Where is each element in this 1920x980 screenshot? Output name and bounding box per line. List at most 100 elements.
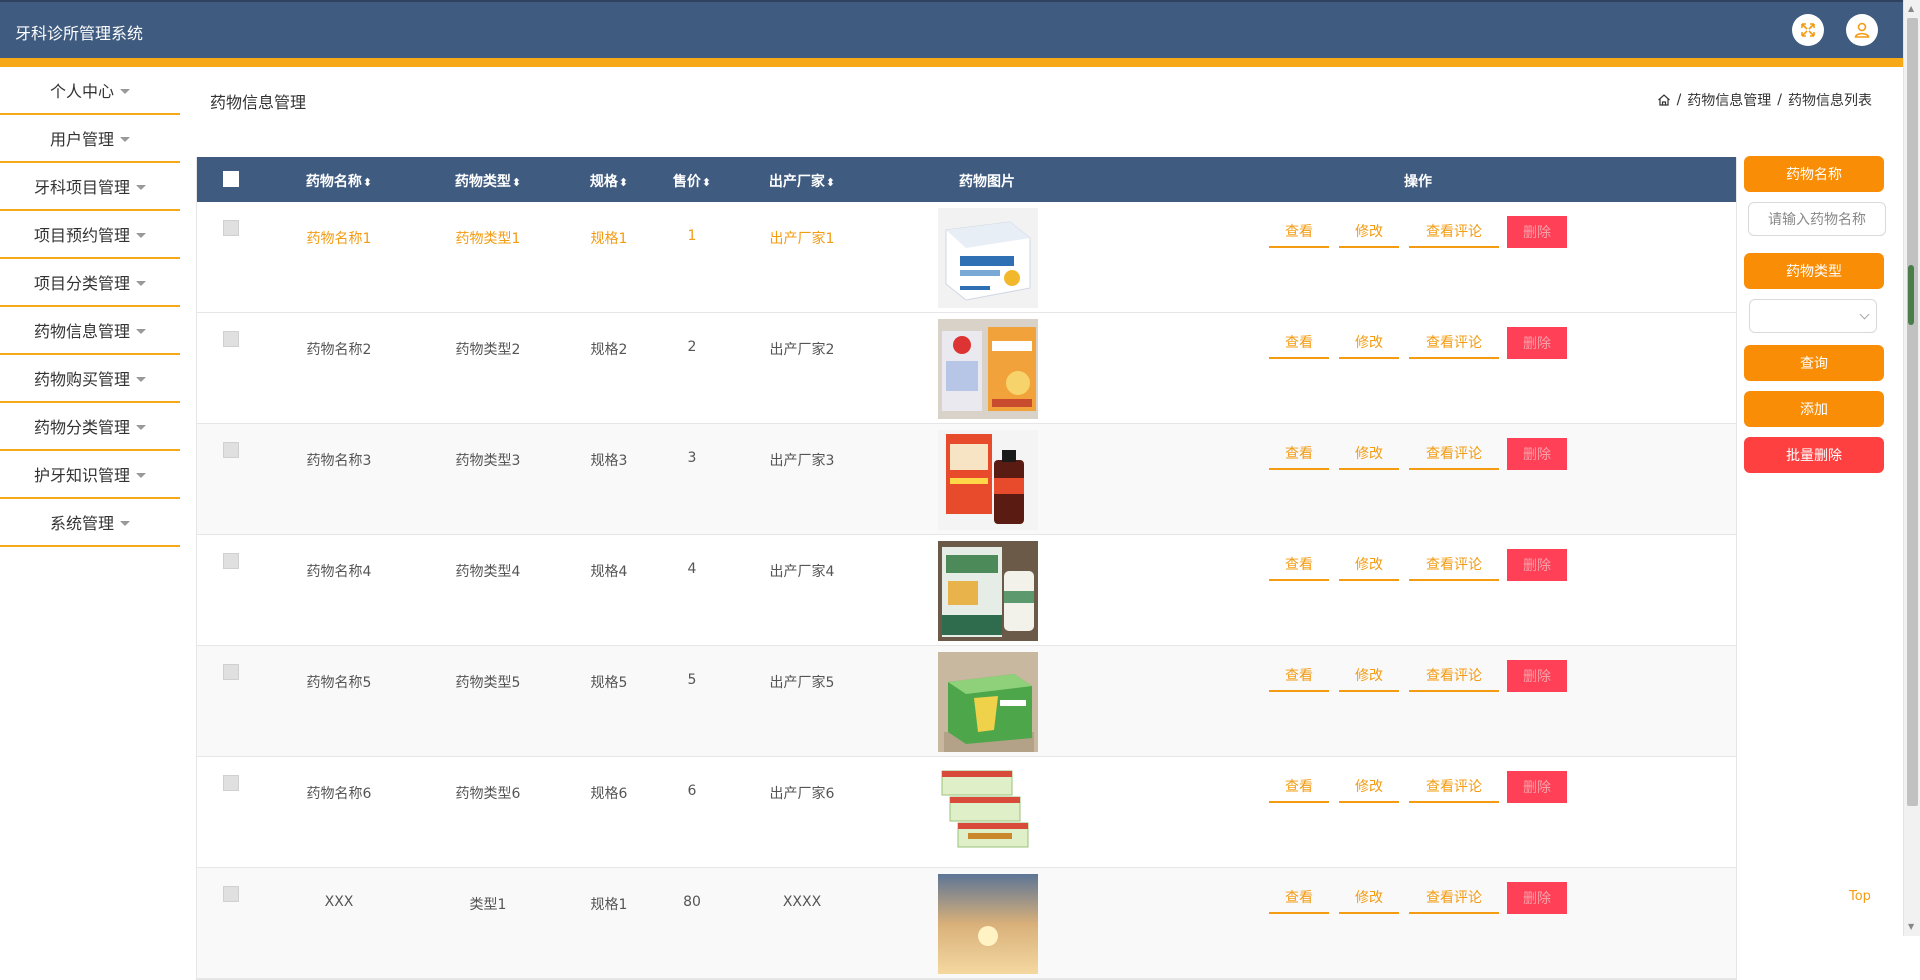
caret-down-icon: [136, 472, 146, 478]
drug-image: [938, 652, 1038, 752]
app-title: 牙科诊所管理系统: [15, 24, 144, 43]
edit-button[interactable]: 修改: [1339, 327, 1399, 359]
table-row[interactable]: 药物名称3 药物类型3 规格3 3 出产厂家3 查看 修改 查看评论 删除: [197, 424, 1736, 535]
cell-maker: 出产厂家1: [769, 231, 835, 247]
breadcrumb-item[interactable]: 药物信息管理: [1687, 90, 1771, 110]
view-button[interactable]: 查看: [1269, 327, 1329, 359]
cell-price: 5: [687, 672, 697, 688]
header-maker[interactable]: 出产厂家⬍: [769, 171, 835, 191]
add-button[interactable]: 添加: [1744, 391, 1884, 427]
drug-type-select[interactable]: [1749, 299, 1877, 333]
drug-image: [938, 430, 1038, 530]
delete-button[interactable]: 删除: [1507, 549, 1567, 581]
delete-button[interactable]: 删除: [1507, 771, 1567, 803]
view-button[interactable]: 查看: [1269, 216, 1329, 248]
cell-type: 药物类型2: [455, 342, 521, 358]
view-comments-button[interactable]: 查看评论: [1409, 216, 1499, 248]
table-row[interactable]: XXX 类型1 规格1 80 XXXX 查看 修改 查看评论 删除: [197, 868, 1736, 979]
row-checkbox[interactable]: [223, 442, 239, 458]
table-row[interactable]: 药物名称6 药物类型6 规格6 6 出产厂家6 查看 修改 查看评论 删除: [197, 757, 1736, 868]
view-comments-button[interactable]: 查看评论: [1409, 660, 1499, 692]
sidebar-item-dental-care[interactable]: 护牙知识管理: [0, 451, 180, 499]
accent-bar: [0, 58, 1903, 67]
cell-name: 药物名称5: [306, 675, 372, 691]
sidebar-item-appointments[interactable]: 项目预约管理: [0, 211, 180, 259]
caret-down-icon: [136, 280, 146, 286]
sort-icon: ⬍: [618, 176, 629, 189]
delete-button[interactable]: 删除: [1507, 660, 1567, 692]
view-button[interactable]: 查看: [1269, 882, 1329, 914]
user-icon[interactable]: [1846, 14, 1878, 46]
table-row[interactable]: 药物名称2 药物类型2 规格2 2 出产厂家2 查看 修改 查看评论 删除: [197, 313, 1736, 424]
scroll-up-icon[interactable]: ▲: [1908, 4, 1914, 13]
drug-image: [938, 541, 1038, 641]
sort-icon: ⬍: [362, 176, 373, 189]
view-comments-button[interactable]: 查看评论: [1409, 882, 1499, 914]
view-button[interactable]: 查看: [1269, 549, 1329, 581]
view-button[interactable]: 查看: [1269, 660, 1329, 692]
row-checkbox[interactable]: [223, 331, 239, 347]
delete-button[interactable]: 删除: [1507, 438, 1567, 470]
view-comments-button[interactable]: 查看评论: [1409, 438, 1499, 470]
drug-name-input[interactable]: 请输入药物名称: [1748, 202, 1886, 236]
sidebar-item-drug-purchase[interactable]: 药物购买管理: [0, 355, 180, 403]
caret-down-icon: [136, 424, 146, 430]
header-name[interactable]: 药物名称⬍: [306, 171, 372, 191]
home-icon[interactable]: [1657, 93, 1671, 107]
header-type[interactable]: 药物类型⬍: [455, 171, 521, 191]
query-button[interactable]: 查询: [1744, 345, 1884, 381]
edit-button[interactable]: 修改: [1339, 660, 1399, 692]
back-to-top-link[interactable]: Top: [1849, 889, 1871, 904]
row-checkbox[interactable]: [223, 553, 239, 569]
header-actions: 操作: [1404, 174, 1432, 190]
drug-name-label: 药物名称: [1744, 156, 1884, 192]
sidebar-item-drug-categories[interactable]: 药物分类管理: [0, 403, 180, 451]
view-button[interactable]: 查看: [1269, 438, 1329, 470]
app-header: 牙科诊所管理系统: [0, 0, 1903, 58]
edit-button[interactable]: 修改: [1339, 438, 1399, 470]
edit-button[interactable]: 修改: [1339, 549, 1399, 581]
row-checkbox[interactable]: [223, 664, 239, 680]
sort-icon: ⬍: [511, 176, 522, 189]
row-checkbox[interactable]: [223, 775, 239, 791]
cell-price: 1: [687, 228, 697, 244]
header-price[interactable]: 售价⬍: [673, 171, 711, 191]
sidebar-item-project-categories[interactable]: 项目分类管理: [0, 259, 180, 307]
view-button[interactable]: 查看: [1269, 771, 1329, 803]
scrollbar-thumb[interactable]: [1907, 18, 1918, 806]
sidebar-item-system[interactable]: 系统管理: [0, 499, 180, 547]
sidebar-item-user-management[interactable]: 用户管理: [0, 115, 180, 163]
header-label: 售价: [672, 174, 701, 190]
view-comments-button[interactable]: 查看评论: [1409, 549, 1499, 581]
row-checkbox[interactable]: [223, 220, 239, 236]
fullscreen-icon[interactable]: [1792, 14, 1824, 46]
breadcrumb: / 药物信息管理 / 药物信息列表: [1657, 90, 1872, 110]
table-row[interactable]: 药物名称1 药物类型1 规格1 1 出产厂家1 查看 修改 查看评论 删除: [197, 202, 1736, 313]
delete-button[interactable]: 删除: [1507, 327, 1567, 359]
user-avatar-icon: [1854, 22, 1870, 38]
caret-down-icon: [136, 328, 146, 334]
header-spec[interactable]: 规格⬍: [590, 171, 628, 191]
table-row[interactable]: 药物名称4 药物类型4 规格4 4 出产厂家4 查看 修改 查看评论 删除: [197, 535, 1736, 646]
scroll-down-icon[interactable]: ▼: [1908, 922, 1914, 931]
cell-maker: 出产厂家3: [769, 453, 835, 469]
cell-type: 药物类型5: [455, 675, 521, 691]
view-comments-button[interactable]: 查看评论: [1409, 771, 1499, 803]
header-label: 出产厂家: [768, 174, 825, 190]
view-comments-button[interactable]: 查看评论: [1409, 327, 1499, 359]
select-all-checkbox[interactable]: [223, 171, 239, 187]
caret-down-icon: [136, 184, 146, 190]
edit-button[interactable]: 修改: [1339, 882, 1399, 914]
sidebar-item-dental-projects[interactable]: 牙科项目管理: [0, 163, 180, 211]
batch-delete-button[interactable]: 批量删除: [1744, 437, 1884, 473]
page-scrollbar[interactable]: ▲ ▼: [1903, 0, 1920, 936]
delete-button[interactable]: 删除: [1507, 216, 1567, 248]
edit-button[interactable]: 修改: [1339, 216, 1399, 248]
edit-button[interactable]: 修改: [1339, 771, 1399, 803]
sidebar-item-drug-info[interactable]: 药物信息管理: [0, 307, 180, 355]
sort-icon: ⬍: [825, 176, 836, 189]
row-checkbox[interactable]: [223, 886, 239, 902]
table-row[interactable]: 药物名称5 药物类型5 规格5 5 出产厂家5 查看 修改 查看评论 删除: [197, 646, 1736, 757]
sidebar-item-personal-center[interactable]: 个人中心: [0, 67, 180, 115]
delete-button[interactable]: 删除: [1507, 882, 1567, 914]
